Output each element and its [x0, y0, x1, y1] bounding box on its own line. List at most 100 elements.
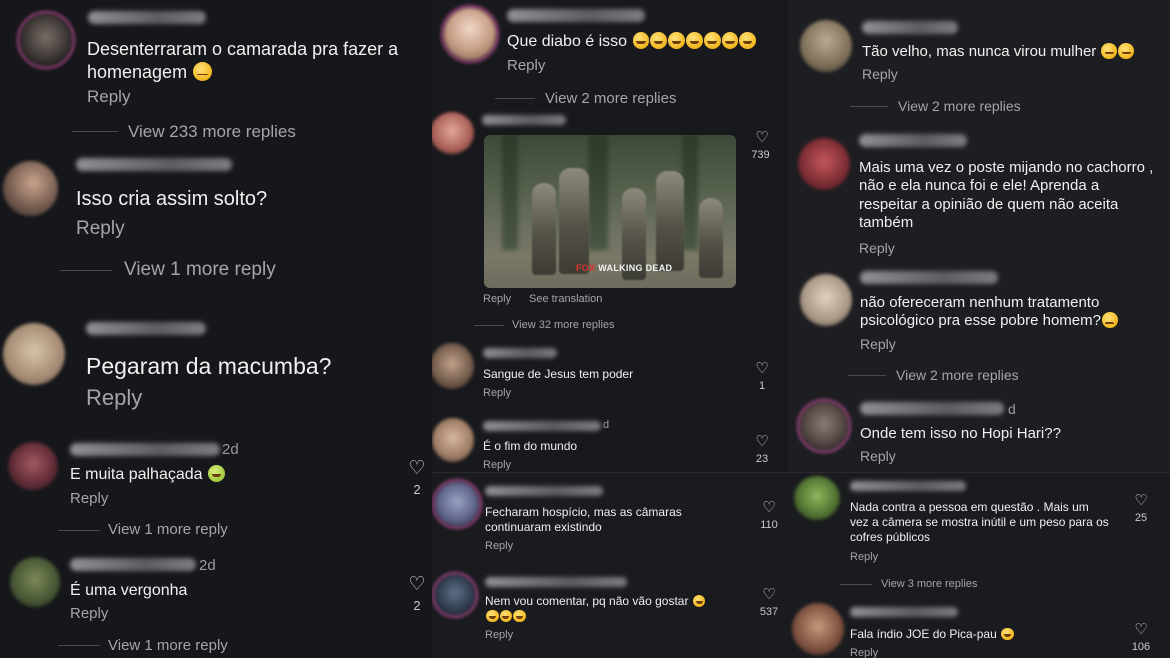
reply-button[interactable]: Reply	[485, 629, 513, 641]
laughing-emoji-icon	[1118, 43, 1134, 59]
reply-button[interactable]: Reply	[862, 66, 898, 82]
avatar[interactable]	[794, 476, 840, 520]
gif-image[interactable]: FOX WALKING DEAD	[484, 135, 736, 288]
tree-shape	[588, 135, 608, 250]
username-redacted[interactable]	[485, 486, 603, 496]
like-button[interactable]: ♡ 2	[407, 459, 427, 497]
heart-icon: ♡	[755, 433, 769, 450]
view-more-replies-button[interactable]: View 3 more replies	[881, 578, 977, 590]
reply-button[interactable]: Reply	[76, 218, 125, 240]
username-redacted[interactable]	[483, 348, 557, 358]
username-redacted[interactable]	[860, 402, 1004, 415]
username-redacted[interactable]	[862, 21, 958, 34]
comment-text: Pegaram da macumba?	[86, 353, 332, 379]
comment-text: Nada contra a pessoa em questão . Mais u…	[850, 500, 1109, 544]
walker-figure	[656, 171, 684, 271]
username-redacted[interactable]	[86, 322, 206, 335]
username-redacted[interactable]	[482, 115, 566, 125]
view-more-replies-button[interactable]: View 2 more replies	[898, 98, 1021, 114]
comment-text: É uma vergonha	[70, 582, 188, 599]
reply-button[interactable]: Reply	[485, 540, 513, 552]
view-more-replies-button[interactable]: View 2 more replies	[545, 90, 676, 107]
laughing-emoji-icon	[513, 609, 526, 623]
comment-text: Desenterraram o camarada pra fazer a hom…	[87, 39, 399, 82]
avatar[interactable]	[3, 323, 65, 385]
reply-button[interactable]: Reply	[70, 490, 108, 507]
view-more-replies-button[interactable]: View 1 more reply	[108, 637, 228, 654]
like-count: 2	[413, 482, 421, 497]
like-button[interactable]: ♡ 1	[752, 361, 772, 392]
avatar[interactable]	[432, 479, 482, 529]
comment-text: É o fim do mundo	[483, 439, 578, 453]
avatar[interactable]	[432, 112, 474, 154]
reply-button[interactable]: Reply	[859, 240, 895, 256]
timestamp: d	[1008, 401, 1016, 417]
username-redacted[interactable]	[507, 9, 645, 22]
avatar[interactable]	[17, 11, 75, 69]
username-redacted[interactable]	[860, 271, 998, 284]
like-button[interactable]: ♡ 739	[751, 130, 772, 161]
username-redacted[interactable]	[483, 421, 601, 431]
like-button[interactable]: ♡ 23	[752, 434, 772, 465]
reply-button[interactable]: Reply	[483, 293, 511, 305]
like-count: 23	[755, 453, 769, 465]
avatar[interactable]	[797, 399, 851, 453]
reply-button[interactable]: Reply	[483, 387, 511, 399]
avatar[interactable]	[3, 161, 58, 216]
comment-text: Sangue de Jesus tem poder	[483, 367, 634, 381]
username-redacted[interactable]	[850, 607, 958, 617]
avatar[interactable]	[8, 442, 58, 490]
reply-button[interactable]: Reply	[850, 647, 878, 658]
comment-text: Mais uma vez o poste mijando no cachorro…	[859, 159, 1154, 231]
view-more-replies-button[interactable]: View 233 more replies	[128, 122, 296, 142]
reply-button[interactable]: Reply	[860, 336, 896, 352]
divider	[474, 325, 504, 326]
reply-button[interactable]: Reply	[483, 459, 511, 471]
avatar[interactable]	[432, 343, 474, 389]
avatar[interactable]	[798, 138, 850, 190]
username-redacted[interactable]	[76, 158, 232, 171]
like-count: 2	[413, 598, 421, 613]
username-redacted[interactable]	[850, 481, 966, 491]
comment-text: Isso cria assim solto?	[76, 188, 268, 210]
like-count: 110	[760, 519, 778, 531]
like-button[interactable]: ♡ 25	[1131, 493, 1151, 524]
comments-panel-4: Tão velho, mas nunca virou mulher Reply …	[788, 0, 1170, 472]
reply-button[interactable]: Reply	[86, 385, 142, 411]
avatar[interactable]	[10, 557, 60, 607]
avatar[interactable]	[800, 274, 852, 326]
laughing-emoji-icon	[721, 32, 739, 49]
divider	[840, 584, 872, 585]
view-more-replies-button[interactable]: View 32 more replies	[512, 319, 615, 331]
reply-button[interactable]: Reply	[87, 87, 130, 107]
avatar[interactable]	[432, 572, 478, 618]
laughing-emoji-icon	[692, 594, 706, 608]
avatar[interactable]	[792, 603, 844, 655]
view-more-replies-button[interactable]: View 1 more reply	[108, 521, 228, 538]
timestamp: 2d	[199, 557, 216, 574]
username-redacted[interactable]	[88, 11, 206, 24]
comment-text: Tão velho, mas nunca virou mulher	[862, 43, 1134, 62]
reply-button[interactable]: Reply	[860, 448, 896, 464]
comment-text: Nem vou comentar, pq não vão gostar	[485, 594, 750, 624]
username-redacted[interactable]	[859, 134, 967, 147]
username-redacted[interactable]	[485, 577, 627, 587]
like-button[interactable]: ♡ 110	[759, 500, 779, 531]
view-more-replies-button[interactable]: View 2 more replies	[896, 367, 1019, 383]
view-more-replies-button[interactable]: View 1 more reply	[124, 259, 276, 281]
like-button[interactable]: ♡ 2	[407, 575, 427, 613]
reply-button[interactable]: Reply	[70, 605, 108, 622]
reply-button[interactable]: Reply	[850, 551, 878, 563]
reply-button[interactable]: Reply	[507, 57, 545, 74]
avatar[interactable]	[800, 20, 852, 72]
like-count: 739	[751, 149, 770, 161]
avatar[interactable]	[432, 418, 474, 462]
like-button[interactable]: ♡ 537	[759, 587, 779, 618]
divider	[848, 375, 886, 376]
see-translation-button[interactable]: See translation	[529, 293, 602, 305]
avatar[interactable]	[441, 5, 499, 63]
username-redacted[interactable]	[70, 558, 196, 571]
like-button[interactable]: ♡ 106	[1131, 622, 1151, 653]
username-redacted[interactable]	[70, 443, 220, 456]
heart-icon: ♡	[408, 458, 426, 479]
